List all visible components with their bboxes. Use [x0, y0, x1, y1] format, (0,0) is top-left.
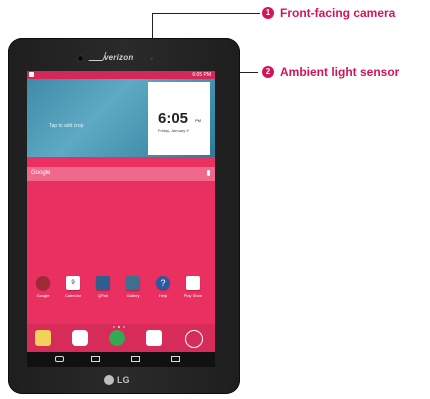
status-bar: 6:05 PM [27, 71, 215, 79]
clock-ampm: PM [195, 118, 201, 123]
status-time: 6:05 PM [192, 72, 211, 78]
lg-logo-icon [104, 375, 114, 385]
app-label: Calendar [64, 293, 82, 298]
app-help[interactable]: ? Help [150, 276, 176, 298]
dock [27, 324, 215, 352]
app-label: Help [158, 293, 168, 298]
clock-time: 6:05 [158, 110, 189, 127]
recent-apps-icon[interactable] [131, 356, 140, 362]
chrome-icon[interactable] [109, 330, 125, 346]
page-indicator [113, 315, 129, 328]
sensor-callout-label: Ambient light sensor [280, 65, 400, 79]
search-placeholder: Google [31, 170, 51, 176]
dual-window-icon[interactable] [171, 356, 180, 362]
camera-app-icon[interactable] [146, 330, 162, 346]
clock-widget[interactable]: 6:05 PM Friday, January 9 [148, 82, 210, 155]
help-icon: ? [156, 276, 170, 290]
app-gallery[interactable]: Gallery [120, 276, 146, 298]
google-folder-icon [36, 276, 50, 290]
camera-callout-label: Front-facing camera [280, 6, 396, 20]
apps-drawer-icon[interactable] [185, 330, 203, 348]
microphone-icon[interactable] [207, 170, 210, 176]
memo-icon[interactable] [35, 330, 51, 346]
search-bar[interactable]: Google [27, 167, 215, 181]
camera-callout-leader [152, 13, 260, 14]
ambient-light-sensor [150, 57, 153, 60]
qpair-icon [96, 276, 110, 290]
carrier-logo: verizon [104, 53, 134, 62]
notification-icon [29, 72, 34, 77]
app-calendar[interactable]: 9 Calendar [60, 276, 86, 298]
clock-date: Friday, January 9 [158, 128, 189, 133]
app-play-store[interactable]: Play Store [180, 276, 206, 298]
app-label: QPair [97, 293, 109, 298]
play-store-icon [186, 276, 200, 290]
app-label: Google [36, 293, 50, 298]
home-icon[interactable] [91, 356, 100, 362]
tablet-screen: 6:05 PM Tap to add crop 6:05 PM Friday, … [27, 71, 215, 367]
camera-callout-badge: 1 [262, 7, 274, 19]
app-google[interactable]: Google [30, 276, 56, 298]
app-qpair[interactable]: QPair [90, 276, 116, 298]
lg-brand-text: LG [117, 375, 130, 385]
back-icon[interactable] [55, 356, 64, 362]
sensor-callout-badge: 2 [262, 66, 274, 78]
calendar-icon: 9 [66, 276, 80, 290]
front-camera [78, 56, 83, 61]
app-label: Gallery [126, 293, 140, 298]
email-icon[interactable] [72, 330, 88, 346]
app-row: Google 9 Calendar QPair Gallery ? Help P… [27, 276, 215, 306]
gallery-icon [126, 276, 140, 290]
photo-widget-hint: Tap to add crop [49, 123, 84, 129]
navigation-bar [27, 352, 215, 367]
app-label: Play Store [183, 293, 203, 298]
